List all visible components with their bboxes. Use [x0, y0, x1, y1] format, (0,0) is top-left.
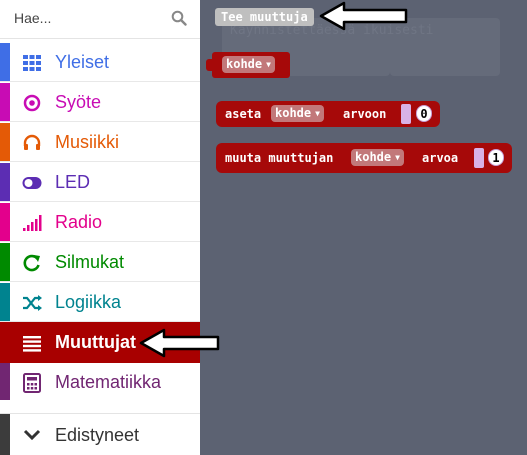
- category-radio[interactable]: Radio: [0, 203, 200, 242]
- annotation-arrow-icon: [319, 1, 408, 31]
- category-label: Syöte: [55, 92, 102, 112]
- set-block-prefix: aseta: [225, 107, 262, 121]
- category-syote[interactable]: Syöte: [0, 83, 200, 122]
- search-input[interactable]: [14, 8, 164, 28]
- change-block-prefix: muuta muuttujan: [225, 151, 334, 165]
- number-input[interactable]: 1: [488, 149, 504, 166]
- toggle-icon: [22, 177, 42, 189]
- category-label: Yleiset: [55, 52, 110, 72]
- dropdown-arrow-icon: ▼: [395, 153, 400, 162]
- reporter-left-notch: [206, 59, 214, 71]
- category-color-bar: [0, 414, 10, 455]
- category-label: Musiikki: [55, 132, 120, 152]
- category-color-bar: [0, 243, 10, 281]
- category-label: Silmukat: [55, 252, 125, 272]
- search-icon[interactable]: [171, 10, 187, 26]
- dropdown-arrow-icon: ▼: [315, 109, 320, 118]
- category-silmukat[interactable]: Silmukat: [0, 243, 200, 282]
- variable-name: kohde: [275, 106, 312, 120]
- category-label: LED: [55, 172, 91, 192]
- set-block-suffix: arvoon: [343, 107, 387, 121]
- variable-dropdown[interactable]: kohde ▼: [351, 149, 404, 166]
- category-label: Muuttujat: [55, 332, 136, 352]
- change-variable-block[interactable]: muuta muuttujan kohde ▼ arvoa 1: [216, 143, 512, 173]
- search-bar: [0, 0, 200, 39]
- new-variable-button[interactable]: Tee muuttuja: [215, 8, 314, 26]
- number-input[interactable]: 0: [416, 105, 432, 122]
- category-color-bar: [0, 83, 10, 121]
- refresh-icon: [23, 254, 40, 272]
- category-color-bar: [0, 363, 10, 401]
- variable-dropdown[interactable]: kohde ▼: [271, 105, 324, 122]
- dropdown-arrow-icon: ▼: [266, 60, 271, 69]
- category-label: Matematiikka: [55, 372, 162, 392]
- variable-name: kohde: [355, 150, 392, 164]
- set-variable-block[interactable]: aseta kohde ▼ arvoon 0: [216, 101, 440, 127]
- list-icon: [23, 336, 41, 352]
- signal-bars-icon: [23, 215, 42, 231]
- category-matematiikka[interactable]: Matematiikka: [0, 363, 200, 402]
- annotation-arrow-icon: [139, 328, 220, 358]
- category-color-bar: [0, 283, 10, 321]
- toolbox-sidebar: Yleiset Syöte Musiikki LED: [0, 0, 200, 455]
- radio-target-icon: [23, 94, 41, 112]
- category-yleiset[interactable]: Yleiset: [0, 43, 200, 82]
- category-label: Edistyneet: [55, 425, 140, 445]
- category-edistyneet[interactable]: Edistyneet: [0, 413, 200, 455]
- value-socket: [401, 104, 411, 124]
- calculator-icon: [23, 373, 41, 393]
- category-color-bar: [0, 123, 10, 161]
- change-block-suffix: arvoa: [422, 151, 459, 165]
- variable-reporter-block[interactable]: kohde ▼: [212, 52, 290, 78]
- shuffle-icon: [23, 295, 42, 311]
- category-color-bar: [0, 163, 10, 201]
- variable-dropdown[interactable]: kohde ▼: [222, 56, 275, 73]
- category-color-bar: [0, 43, 10, 81]
- category-musiikki[interactable]: Musiikki: [0, 123, 200, 162]
- category-color-bar: [0, 203, 10, 241]
- category-label: Logiikka: [55, 292, 122, 312]
- value-socket: [474, 148, 484, 168]
- toolbox-divider: [0, 400, 200, 412]
- headphones-icon: [23, 134, 41, 150]
- chevron-down-icon: [23, 429, 41, 441]
- category-logiikka[interactable]: Logiikka: [0, 283, 200, 322]
- category-label: Radio: [55, 212, 103, 232]
- variable-name: kohde: [226, 57, 263, 71]
- category-led[interactable]: LED: [0, 163, 200, 202]
- grid-icon: [23, 55, 41, 71]
